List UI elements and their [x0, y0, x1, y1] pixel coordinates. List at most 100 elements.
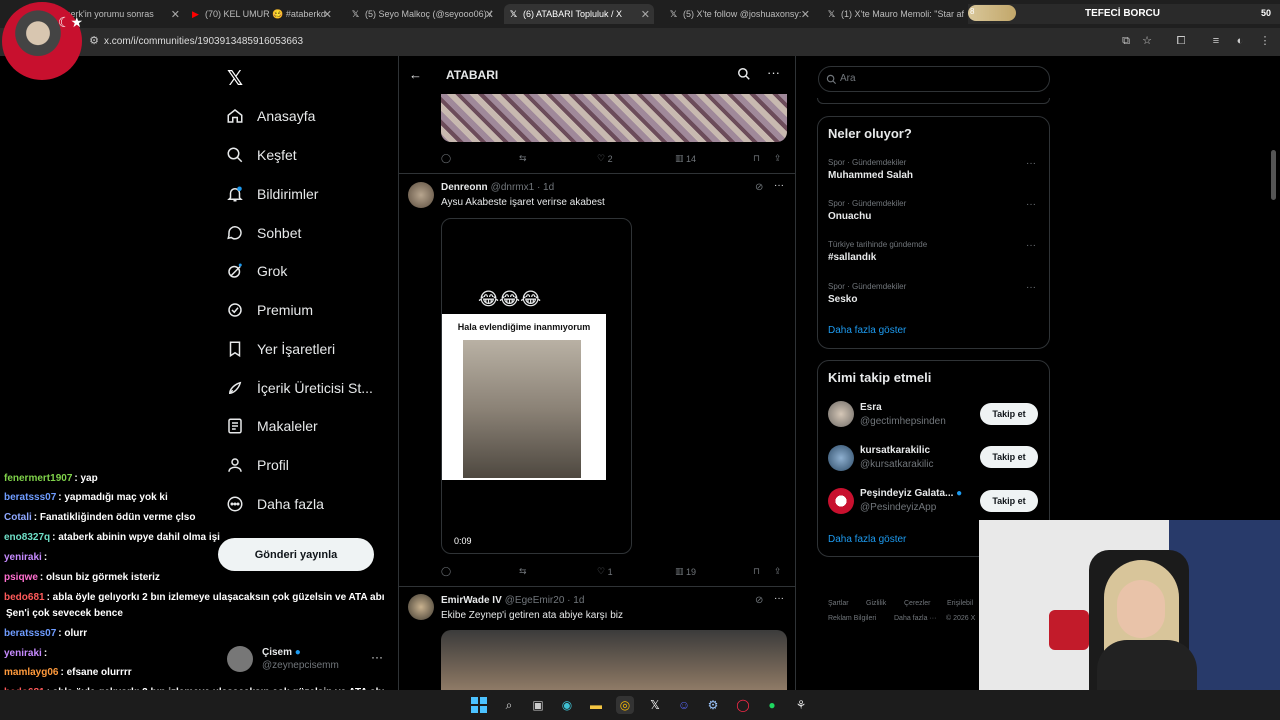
tweet-author[interactable]: Denreonn @dnrmx1 · 1d: [441, 182, 554, 193]
search-input[interactable]: Ara: [818, 66, 1050, 92]
tab-close-icon[interactable]: ✕: [485, 8, 494, 21]
bookmark-icon[interactable]: ⊓: [753, 566, 760, 577]
follow-name[interactable]: Peşindeyiz Galata... ●: [860, 488, 962, 499]
nav-notifications[interactable]: Bildirimler: [226, 180, 318, 208]
grok-icon[interactable]: ⊘: [755, 595, 763, 606]
follow-button[interactable]: Takip et: [980, 403, 1038, 425]
trend-name: Sesko: [828, 294, 858, 305]
nav-premium[interactable]: Premium: [226, 296, 313, 324]
search-icon[interactable]: [737, 67, 751, 81]
x-logo[interactable]: 𝕏: [227, 66, 243, 91]
menu-icon[interactable]: ⋮: [1259, 35, 1271, 47]
nav-articles[interactable]: Makaleler: [226, 412, 318, 440]
nav-creator-studio[interactable]: İçerik Üreticisi St...: [226, 374, 373, 402]
search-icon[interactable]: ⌕: [500, 696, 518, 714]
account-switcher[interactable]: Çisem ● @zeynepcisemm ···: [227, 644, 387, 674]
scrollbar[interactable]: [1271, 150, 1276, 200]
browser-tab-active[interactable]: 𝕏 (6) ATABARI Topluluk / X ✕: [504, 4, 654, 24]
nav-bookmarks[interactable]: Yer İşaretleri: [226, 335, 335, 363]
browser-tab-3[interactable]: 𝕏 (5) Seyo Malkoç (@seyooo06) / ✕: [350, 4, 494, 24]
bookmark-icon[interactable]: ⊓: [753, 153, 760, 164]
tab-close-icon[interactable]: ✕: [171, 8, 180, 21]
more-icon[interactable]: ···: [774, 180, 784, 191]
share-icon[interactable]: ⇪: [774, 153, 782, 164]
follow-name[interactable]: Esra: [860, 402, 882, 413]
footer-link[interactable]: Reklam Bilgileri: [828, 615, 876, 622]
install-icon[interactable]: ⧉: [1120, 35, 1132, 47]
share-icon[interactable]: ⇪: [774, 566, 782, 577]
follow-button[interactable]: Takip et: [980, 490, 1038, 512]
more-icon[interactable]: ···: [371, 650, 383, 664]
browser-tab-5[interactable]: 𝕏 (5) X'te follow @joshuaxonsy: ✕: [668, 4, 810, 24]
more-icon[interactable]: ···: [767, 65, 780, 80]
nav-explore[interactable]: Keşfet: [226, 141, 297, 169]
chat-text: : olsun biz görmek isteriz: [39, 572, 160, 583]
nav-profile[interactable]: Profil: [226, 451, 289, 479]
grok-icon[interactable]: ⊘: [755, 182, 763, 193]
url-field[interactable]: x.com/i/communities/1903913485916053663: [104, 36, 303, 47]
more-icon[interactable]: ···: [1026, 199, 1036, 210]
discord-icon[interactable]: ☺: [675, 696, 693, 714]
steam-icon[interactable]: ⚙: [704, 696, 722, 714]
tweet-image[interactable]: [441, 94, 787, 142]
footer-link[interactable]: Çerezler: [904, 600, 930, 607]
show-more-link[interactable]: Daha fazla göster: [828, 534, 906, 545]
tweet-video[interactable]: 😂😂😂 Hala evlendiğime inanmıyorum 0:09: [441, 218, 632, 554]
x-icon: 𝕏: [827, 8, 836, 19]
app-icon[interactable]: ⚘: [792, 696, 810, 714]
views-button[interactable]: ▥ 14: [675, 153, 696, 164]
more-icon[interactable]: ···: [774, 593, 784, 604]
post-button[interactable]: Gönderi yayınla: [218, 538, 374, 571]
browser-tab-2[interactable]: ▶ (70) KEL UMUR 🥴 #ataberkd ✕: [190, 4, 332, 24]
queue-icon[interactable]: ≡: [1210, 35, 1222, 47]
tab-close-icon[interactable]: ✕: [641, 8, 650, 21]
views-button[interactable]: ▥ 19: [675, 566, 696, 577]
avatar[interactable]: [828, 445, 854, 471]
like-button[interactable]: ♡ 2: [597, 153, 613, 164]
reply-icon[interactable]: ◯: [441, 153, 451, 164]
star-icon[interactable]: ☆: [1141, 35, 1153, 47]
avatar[interactable]: [408, 594, 434, 620]
nav-grok[interactable]: Grok: [226, 257, 287, 285]
site-info-icon[interactable]: ⚙: [88, 35, 100, 47]
avatar[interactable]: [408, 182, 434, 208]
avatar[interactable]: [828, 401, 854, 427]
footer-link[interactable]: Erişilebil: [947, 600, 973, 607]
more-icon[interactable]: ···: [1026, 282, 1036, 293]
panel-edge: [817, 98, 1050, 104]
nav-home[interactable]: Anasayfa: [226, 102, 315, 130]
edge-icon[interactable]: ◉: [558, 696, 576, 714]
footer-link[interactable]: Şartlar: [828, 600, 849, 607]
retweet-icon[interactable]: ⇆: [519, 153, 527, 164]
chat-message: yeniraki:: [4, 552, 47, 563]
tab-close-icon[interactable]: ✕: [323, 8, 332, 21]
like-button[interactable]: ♡ 1: [597, 566, 613, 577]
windows-start-icon[interactable]: [470, 696, 488, 714]
retweet-icon[interactable]: ⇆: [519, 566, 527, 577]
nav-more[interactable]: Daha fazla: [226, 490, 324, 518]
folder-icon[interactable]: ▬: [587, 696, 605, 714]
extensions-icon[interactable]: ⧠: [1175, 35, 1187, 47]
footer-link[interactable]: Gizlilik: [866, 600, 886, 607]
back-arrow-icon[interactable]: ←: [409, 67, 422, 82]
chrome-icon[interactable]: ◎: [616, 696, 634, 714]
footer-link[interactable]: Daha fazla ···: [894, 615, 936, 622]
show-more-link[interactable]: Daha fazla göster: [828, 325, 906, 336]
browser-tab-6[interactable]: 𝕏 (1) X'te Mauro Memoli: "Star af: [826, 4, 968, 24]
task-view-icon[interactable]: ▣: [529, 696, 547, 714]
opera-icon[interactable]: ◯: [734, 696, 752, 714]
x-app-icon[interactable]: 𝕏: [646, 696, 664, 714]
more-icon[interactable]: ···: [1026, 158, 1036, 169]
follow-button[interactable]: Takip et: [980, 446, 1038, 468]
profile-icon[interactable]: ◐: [1234, 35, 1246, 47]
tweet-author[interactable]: EmirWade IV @EgeEmir20 · 1d: [441, 595, 584, 606]
nav-chat[interactable]: Sohbet: [226, 219, 301, 247]
spotify-icon[interactable]: ●: [763, 696, 781, 714]
webcam-overlay: [979, 520, 1280, 690]
chat-username: mamlayg06: [4, 667, 59, 678]
tab-close-icon[interactable]: ✕: [801, 8, 810, 21]
more-icon[interactable]: ···: [1026, 240, 1036, 251]
follow-name[interactable]: kursatkarakilic: [860, 445, 930, 456]
reply-icon[interactable]: ◯: [441, 566, 451, 577]
avatar[interactable]: [828, 488, 854, 514]
